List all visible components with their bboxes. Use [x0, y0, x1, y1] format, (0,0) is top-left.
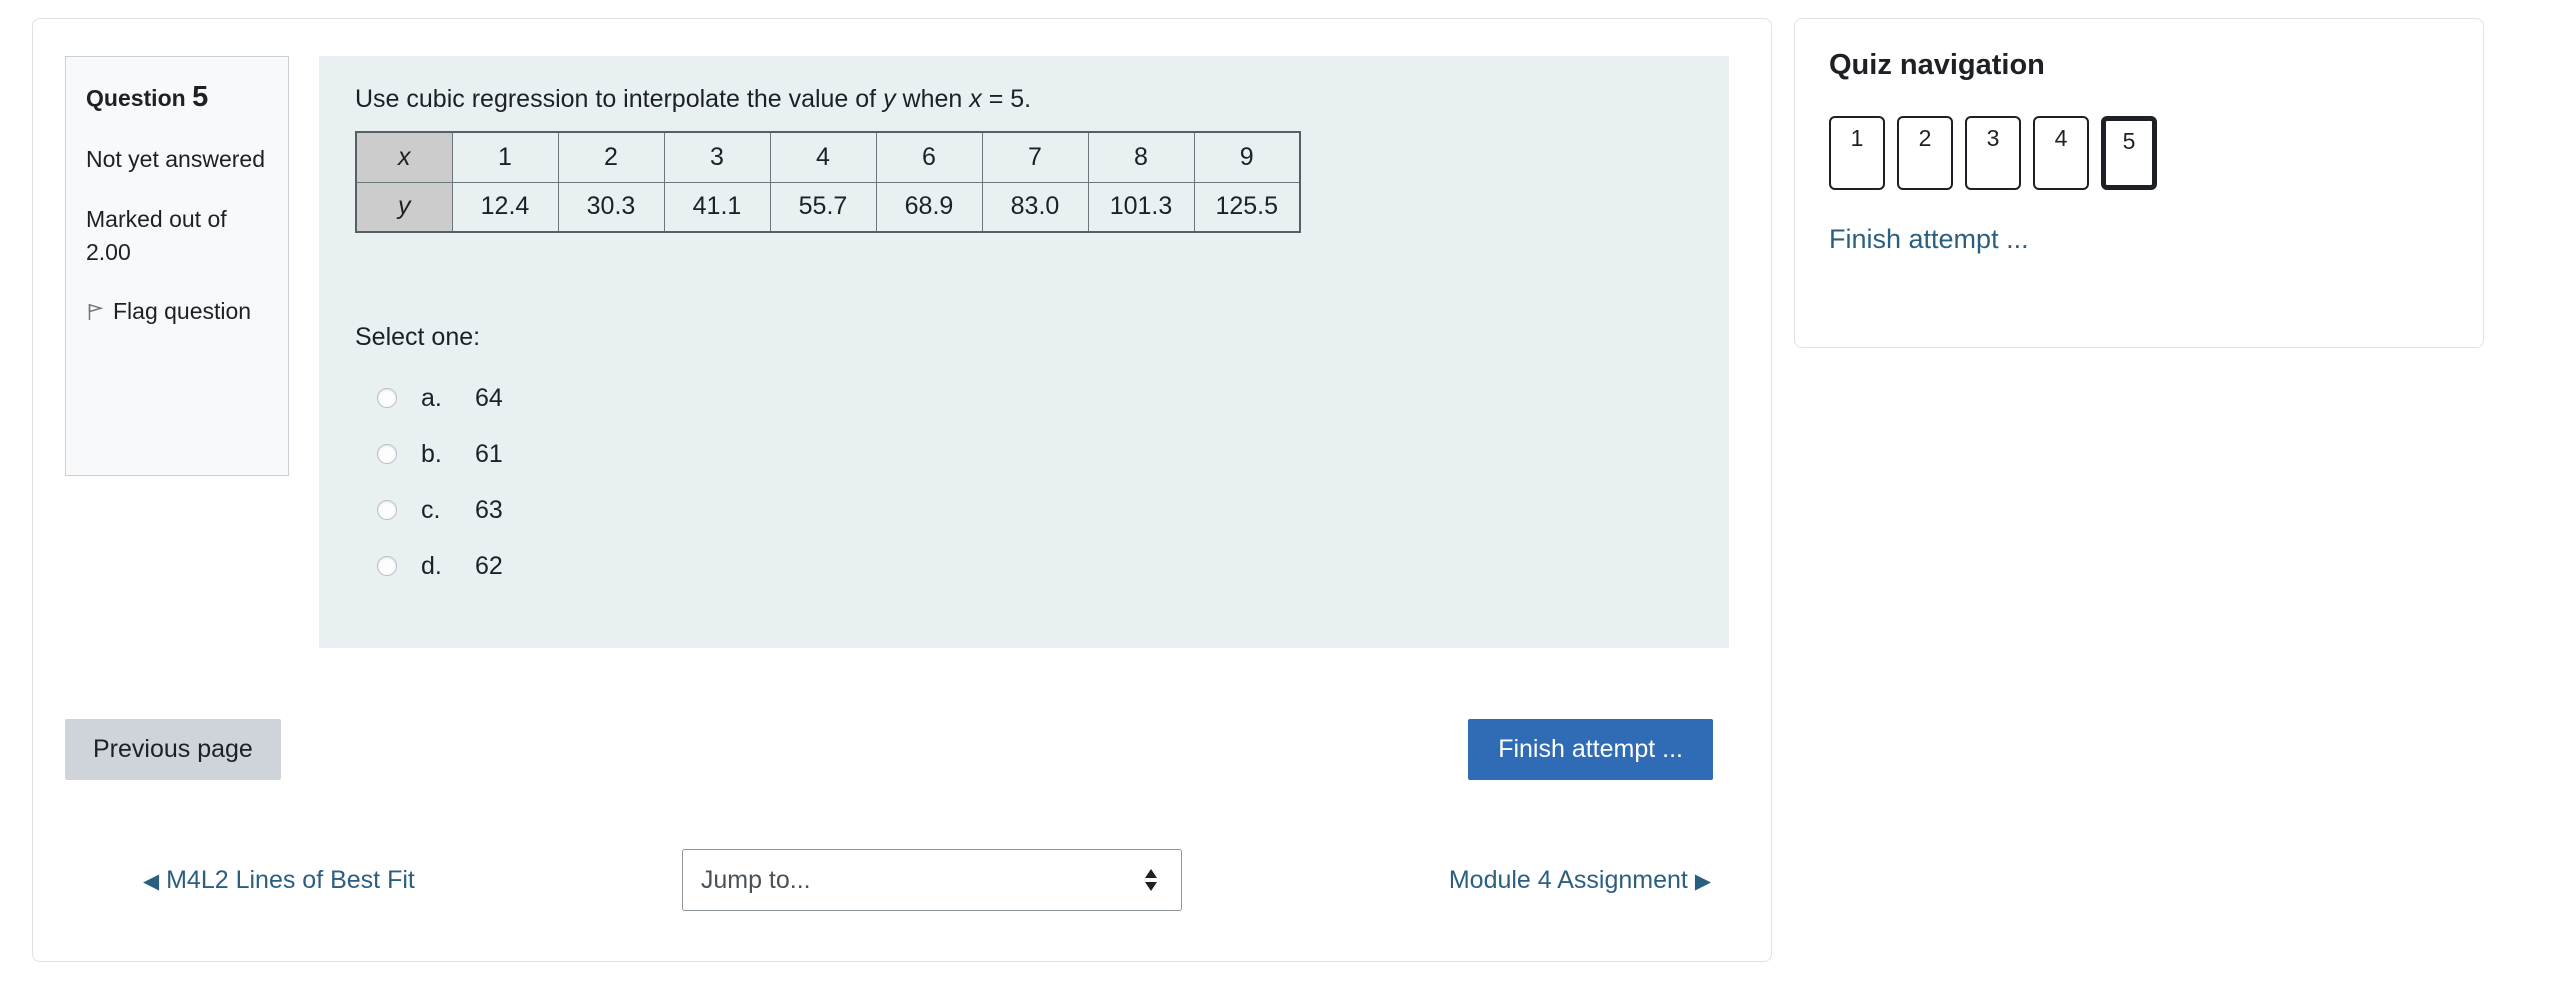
- cell-y-3: 55.7: [769, 181, 877, 233]
- question-number-heading: Question 5: [86, 79, 268, 115]
- flag-question-label: Flag question: [113, 298, 252, 325]
- next-activity-label: Module 4 Assignment: [1448, 865, 1688, 894]
- table-row-y: y 12.4 30.3 41.1 55.7 68.9 83.0 101.3 12…: [355, 181, 1301, 233]
- question-number: 5: [192, 81, 209, 113]
- table-row-x: x 1 2 3 4 6 7 8 9: [355, 131, 1301, 183]
- nav-page-4[interactable]: 4: [2033, 116, 2089, 190]
- nav-page-5[interactable]: 5: [2101, 116, 2157, 190]
- cell-x-1: 2: [557, 131, 665, 183]
- answer-option-b[interactable]: b. 61: [355, 426, 1729, 482]
- cell-y-7: 125.5: [1193, 181, 1301, 233]
- quiz-question-card: Question 5 Not yet answered Marked out o…: [32, 18, 1772, 962]
- answer-value-d: 62: [475, 551, 503, 580]
- question-info-panel: Question 5 Not yet answered Marked out o…: [65, 56, 289, 476]
- xy-data-table: x 1 2 3 4 6 7 8 9 y 12.4 30.3 41.1 55.7 …: [355, 131, 1301, 233]
- row-header-y: y: [355, 181, 453, 233]
- question-text-part3: = 5.: [981, 85, 1032, 113]
- answer-letter-b: b.: [421, 439, 442, 468]
- cell-x-0: 1: [451, 131, 559, 183]
- cell-y-0: 12.4: [451, 181, 559, 233]
- arrow-right-icon: ▶: [1694, 869, 1711, 893]
- question-row: Question 5 Not yet answered Marked out o…: [33, 19, 1771, 648]
- cell-y-2: 41.1: [663, 181, 771, 233]
- question-body: Use cubic regression to interpolate the …: [319, 56, 1729, 648]
- answer-value-c: 63: [475, 495, 503, 524]
- question-label: Question: [86, 85, 186, 111]
- answer-value-a: 64: [475, 383, 503, 412]
- jump-to-select[interactable]: Jump to...: [681, 849, 1182, 911]
- select-one-prompt: Select one:: [355, 323, 481, 351]
- cell-x-7: 9: [1193, 131, 1301, 183]
- answer-letter-a: a.: [421, 383, 442, 412]
- nav-page-2[interactable]: 2: [1897, 116, 1953, 190]
- radio-button-a[interactable]: [377, 388, 397, 408]
- row-header-x: x: [355, 131, 453, 183]
- quiz-navigation-title: Quiz navigation: [1829, 49, 2045, 81]
- variable-y: y: [883, 85, 896, 113]
- answer-option-d[interactable]: d. 62: [355, 538, 1729, 594]
- question-text-part2: when: [895, 85, 970, 113]
- jump-to-label: Jump to...: [700, 865, 811, 894]
- answer-value-b: 61: [475, 439, 503, 468]
- question-text-part1: Use cubic regression to interpolate the …: [355, 85, 884, 113]
- cell-y-1: 30.3: [557, 181, 665, 233]
- answer-option-c[interactable]: c. 63: [355, 482, 1729, 538]
- cell-x-3: 4: [769, 131, 877, 183]
- previous-activity-label: M4L2 Lines of Best Fit: [166, 865, 415, 894]
- cell-y-6: 101.3: [1087, 181, 1195, 233]
- answer-option-a[interactable]: a. 64: [355, 370, 1729, 426]
- quiz-navigation-pages: 1 2 3 4 5: [1829, 116, 2449, 190]
- cell-x-2: 3: [663, 131, 771, 183]
- flag-question-button[interactable]: Flag question: [86, 295, 268, 328]
- chevron-updown-icon: [1143, 865, 1159, 895]
- cell-y-5: 83.0: [981, 181, 1089, 233]
- cell-y-4: 68.9: [875, 181, 983, 233]
- cell-x-6: 8: [1087, 131, 1195, 183]
- activity-navigation: ◀ M4L2 Lines of Best Fit Jump to... Modu…: [33, 849, 1771, 911]
- previous-activity-link[interactable]: ◀ M4L2 Lines of Best Fit: [143, 866, 415, 895]
- question-state: Not yet answered: [86, 146, 265, 173]
- answer-letter-c: c.: [421, 495, 441, 524]
- finish-attempt-button[interactable]: Finish attempt ...: [1468, 719, 1713, 780]
- question-grade: Marked out of 2.00: [86, 205, 227, 265]
- nav-page-1[interactable]: 1: [1829, 116, 1885, 190]
- arrow-left-icon: ◀: [143, 869, 160, 893]
- answer-letter-d: d.: [421, 551, 442, 580]
- nav-finish-attempt-link[interactable]: Finish attempt ...: [1829, 224, 2029, 255]
- quiz-navigation-card: Quiz navigation 1 2 3 4 5 Finish attempt…: [1794, 18, 2484, 348]
- question-text: Use cubic regression to interpolate the …: [355, 82, 1729, 117]
- previous-page-button[interactable]: Previous page: [65, 719, 281, 780]
- cell-x-5: 7: [981, 131, 1089, 183]
- answer-options-list: a. 64 b. 61 c. 63 d. 62: [355, 370, 1729, 594]
- radio-button-b[interactable]: [377, 444, 397, 464]
- page-button-row: Previous page Finish attempt ...: [33, 719, 1771, 780]
- next-activity-link[interactable]: Module 4 Assignment ▶: [1449, 866, 1711, 895]
- variable-x: x: [969, 85, 982, 113]
- quiz-page: Question 5 Not yet answered Marked out o…: [0, 0, 2552, 983]
- radio-button-c[interactable]: [377, 500, 397, 520]
- flag-icon: [86, 298, 106, 321]
- nav-page-3[interactable]: 3: [1965, 116, 2021, 190]
- radio-button-d[interactable]: [377, 556, 397, 576]
- cell-x-4: 6: [875, 131, 983, 183]
